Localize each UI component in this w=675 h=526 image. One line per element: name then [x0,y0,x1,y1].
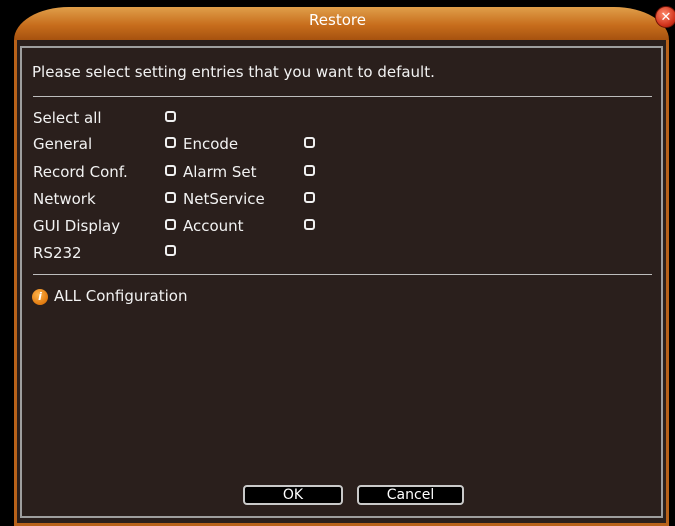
ok-button[interactable]: OK [243,485,343,505]
record-conf-label: Record Conf. [33,163,128,181]
general-checkbox[interactable] [165,137,176,148]
record-conf-checkbox[interactable] [165,165,176,176]
info-text: ALL Configuration [54,287,188,305]
network-checkbox[interactable] [165,192,176,203]
title-bar: Restore ✕ [0,0,675,40]
close-button[interactable]: ✕ [655,6,675,28]
general-label: General [33,135,93,153]
rs232-label: RS232 [33,244,82,262]
account-checkbox[interactable] [304,219,315,230]
instruction-text: Please select setting entries that you w… [32,63,435,81]
gui-display-label: GUI Display [33,217,121,235]
top-divider [33,96,652,97]
network-label: Network [33,190,96,208]
account-label: Account [183,217,244,235]
select-all-checkbox[interactable] [165,111,176,122]
netservice-label: NetService [183,190,265,208]
cancel-button[interactable]: Cancel [357,485,464,505]
info-icon: i [32,289,48,305]
gui-display-checkbox[interactable] [165,219,176,230]
bottom-divider [33,274,652,275]
dialog-title: Restore [309,11,366,29]
alarm-set-label: Alarm Set [183,163,257,181]
select-all-label: Select all [33,109,102,127]
netservice-checkbox[interactable] [304,192,315,203]
rs232-checkbox[interactable] [165,245,176,256]
dialog-inner-frame [20,46,663,518]
encode-checkbox[interactable] [304,137,315,148]
restore-dialog [14,40,669,526]
encode-label: Encode [183,135,239,153]
alarm-set-checkbox[interactable] [304,165,315,176]
